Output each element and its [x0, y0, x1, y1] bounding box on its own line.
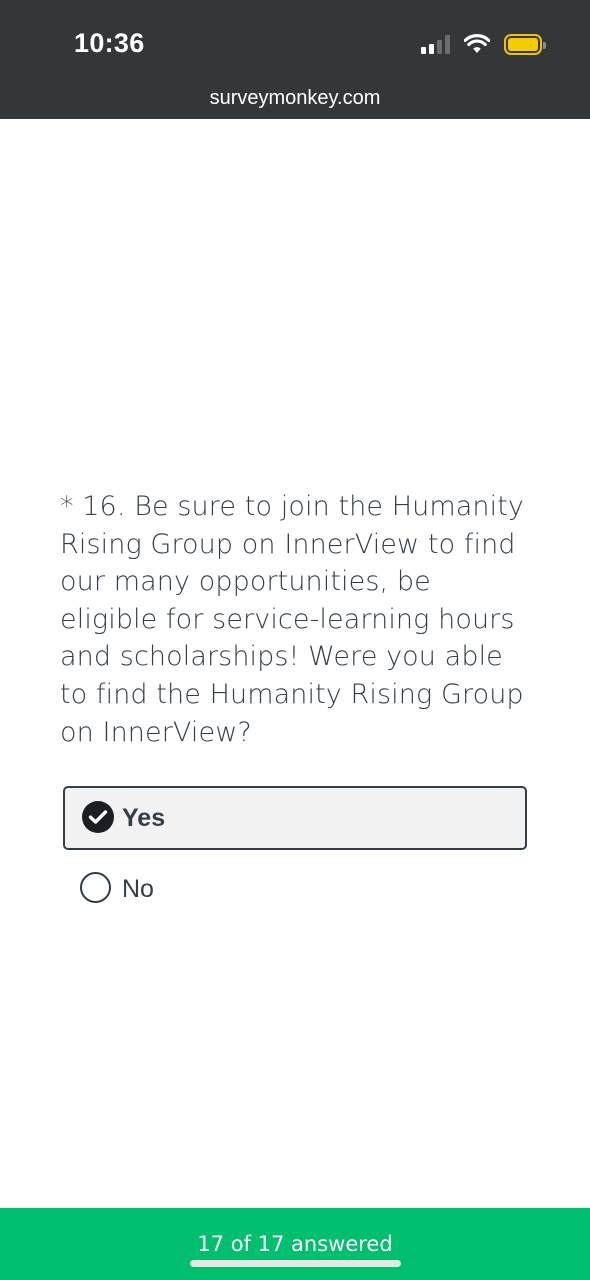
status-icons — [421, 32, 546, 56]
answer-option-label: No — [122, 875, 154, 903]
wifi-icon — [464, 34, 490, 53]
checkmark-icon — [82, 801, 114, 833]
battery-icon — [504, 33, 546, 55]
answer-option-yes[interactable]: Yes — [63, 786, 527, 850]
progress-footer: 17 of 17 answered — [0, 1208, 590, 1280]
browser-top-bar: 10:36 surveymonkey.com — [0, 0, 590, 119]
answer-option-label: Yes — [122, 804, 166, 832]
home-indicator[interactable] — [190, 1260, 401, 1267]
cellular-signal-icon — [421, 34, 450, 54]
status-clock: 10:36 — [74, 28, 145, 58]
answer-option-no[interactable]: No — [80, 872, 200, 904]
progress-text: 17 of 17 answered — [197, 1232, 393, 1256]
radio-circle-icon[interactable] — [80, 872, 111, 903]
question-text: * 16. Be sure to join the Humanity Risin… — [60, 491, 524, 748]
address-bar-url[interactable]: surveymonkey.com — [0, 87, 590, 110]
